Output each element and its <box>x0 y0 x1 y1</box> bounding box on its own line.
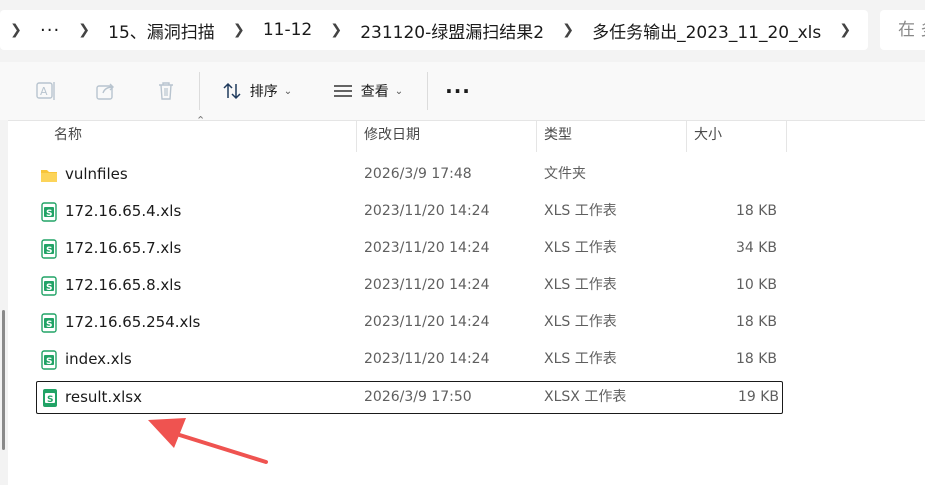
column-header-name[interactable]: 名称 <box>54 120 82 152</box>
file-row[interactable]: S 172.16.65.7.xls 2023/11/20 14:24 XLS 工… <box>36 232 781 265</box>
file-type: XLS 工作表 <box>544 240 617 256</box>
spreadsheet-icon: S <box>41 313 57 333</box>
spreadsheet-icon: S <box>41 276 57 296</box>
file-row[interactable]: S 172.16.65.4.xls 2023/11/20 14:24 XLS 工… <box>36 195 781 228</box>
file-modified: 2023/11/20 14:24 <box>364 203 490 219</box>
chevron-down-icon: ⌄ <box>394 85 404 97</box>
file-name: 172.16.65.7.xls <box>65 239 182 257</box>
breadcrumb: ❯ ··· ❯ 15、漏洞扫描 ❯ 11-12 ❯ 231120-绿盟漏扫结果2… <box>0 10 868 50</box>
file-modified: 2023/11/20 14:24 <box>364 277 490 293</box>
spreadsheet-icon: S <box>41 350 57 370</box>
file-name: vulnfiles <box>65 165 128 183</box>
file-name: 172.16.65.8.xls <box>65 276 182 294</box>
column-divider[interactable] <box>786 120 787 152</box>
file-size: 19 KB <box>737 389 779 405</box>
breadcrumb-segment-current[interactable]: 多任务输出_2023_11_20_xls <box>584 18 829 43</box>
command-bar: A 排序 ⌄ 查看 ⌄ ··· <box>0 62 925 121</box>
file-size: 10 KB <box>735 277 777 293</box>
column-divider[interactable] <box>356 120 357 152</box>
svg-text:S: S <box>47 395 53 405</box>
column-header-type[interactable]: 类型 <box>544 120 572 152</box>
file-row[interactable]: S 172.16.65.254.xls 2023/11/20 14:24 XLS… <box>36 306 781 339</box>
share-icon <box>96 83 114 100</box>
toolbar-divider <box>427 72 428 110</box>
file-modified: 2026/3/9 17:50 <box>364 389 472 405</box>
file-size: 18 KB <box>735 203 777 219</box>
file-modified: 2023/11/20 14:24 <box>364 314 490 330</box>
svg-text:A: A <box>40 85 48 98</box>
file-row-folder[interactable]: vulnfiles 2026/3/9 17:48 文件夹 <box>36 158 781 191</box>
chevron-right-icon[interactable]: ❯ <box>68 22 100 38</box>
file-type: XLS 工作表 <box>544 203 617 219</box>
file-row[interactable]: S 172.16.65.8.xls 2023/11/20 14:24 XLS 工… <box>36 269 781 302</box>
view-list-icon <box>333 85 352 97</box>
chevron-right-icon[interactable]: ❯ <box>320 22 352 38</box>
file-size: 18 KB <box>735 314 777 330</box>
spreadsheet-icon: S <box>41 202 57 222</box>
svg-text:S: S <box>46 246 52 256</box>
sort-ascending-icon: ⌃ <box>196 114 206 127</box>
view-label: 查看 <box>360 84 389 100</box>
column-divider[interactable] <box>536 120 537 152</box>
column-header-modified[interactable]: 修改日期 <box>364 120 420 152</box>
breadcrumb-segment[interactable]: 11-12 <box>255 20 320 40</box>
toolbar-divider <box>199 72 200 110</box>
svg-text:S: S <box>46 357 52 367</box>
file-type: 文件夹 <box>544 166 586 182</box>
scrollbar-thumb[interactable] <box>2 310 5 450</box>
file-type: XLS 工作表 <box>544 351 617 367</box>
chevron-right-icon[interactable]: ❯ <box>829 22 861 38</box>
rename-icon: A <box>36 82 55 100</box>
file-name: result.xlsx <box>65 388 142 406</box>
view-button[interactable]: 查看 ⌄ <box>322 62 414 120</box>
breadcrumb-segment[interactable]: 15、漏洞扫描 <box>100 18 223 43</box>
file-size: 18 KB <box>735 351 777 367</box>
spreadsheet-icon: S <box>41 239 57 259</box>
svg-text:S: S <box>46 283 52 293</box>
svg-text:S: S <box>46 209 52 219</box>
sort-icon <box>223 82 241 100</box>
sort-label: 排序 <box>249 84 278 100</box>
column-divider[interactable] <box>686 120 687 152</box>
file-type: XLS 工作表 <box>544 277 617 293</box>
svg-text:S: S <box>46 320 52 330</box>
share-button[interactable] <box>90 62 122 120</box>
breadcrumb-segment[interactable]: 231120-绿盟漏扫结果2 <box>352 18 552 43</box>
annotation-arrow-icon <box>148 418 268 464</box>
file-modified: 2023/11/20 14:24 <box>364 240 490 256</box>
more-options-button[interactable]: ··· <box>440 62 476 120</box>
column-header-size[interactable]: 大小 <box>694 120 722 152</box>
rename-button[interactable]: A <box>30 62 62 120</box>
address-bar: ❯ ··· ❯ 15、漏洞扫描 ❯ 11-12 ❯ 231120-绿盟漏扫结果2… <box>0 0 925 62</box>
chevron-down-icon: ⌄ <box>283 85 293 97</box>
search-input[interactable]: 在 多 <box>880 10 925 50</box>
chevron-right-icon[interactable]: ❯ <box>552 22 584 38</box>
file-modified: 2023/11/20 14:24 <box>364 351 490 367</box>
delete-button[interactable] <box>150 62 182 120</box>
file-name: 172.16.65.254.xls <box>65 313 201 331</box>
file-size: 34 KB <box>735 240 777 256</box>
folder-icon <box>41 170 57 182</box>
file-type: XLS 工作表 <box>544 314 617 330</box>
file-name: 172.16.65.4.xls <box>65 202 182 220</box>
file-row[interactable]: S index.xls 2023/11/20 14:24 XLS 工作表 18 … <box>36 343 781 376</box>
file-name: index.xls <box>65 350 132 368</box>
trash-icon <box>159 82 173 100</box>
file-type: XLSX 工作表 <box>544 389 627 405</box>
sort-button[interactable]: 排序 ⌄ <box>212 62 302 120</box>
breadcrumb-overflow-button[interactable]: ··· <box>32 20 68 41</box>
chevron-right-icon[interactable]: ❯ <box>0 22 32 38</box>
file-modified: 2026/3/9 17:48 <box>364 166 472 182</box>
chevron-right-icon[interactable]: ❯ <box>223 22 255 38</box>
spreadsheet-icon: S <box>43 389 57 407</box>
